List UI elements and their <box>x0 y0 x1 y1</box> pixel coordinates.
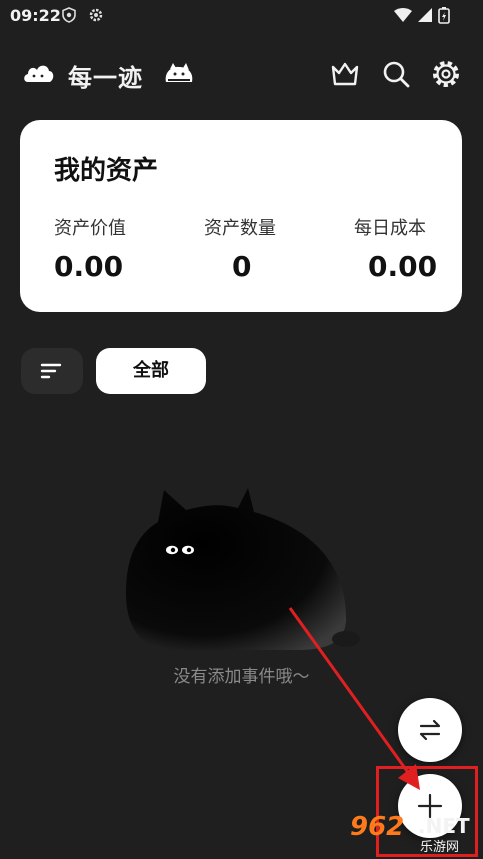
gear-icon[interactable] <box>430 58 462 90</box>
sort-button[interactable] <box>21 348 83 394</box>
shield-icon <box>62 7 76 23</box>
cloud-cat-icon <box>24 65 54 82</box>
app-title: 每一迹 <box>68 64 143 92</box>
search-icon[interactable] <box>380 58 412 90</box>
signal-icon <box>418 8 432 22</box>
crown-icon[interactable] <box>329 58 361 90</box>
wifi-icon <box>394 8 412 22</box>
site-watermark: 962 .NET 乐游网 <box>346 808 478 856</box>
asset-count-label: 资产数量 <box>204 218 276 239</box>
daily-cost-label: 每日成本 <box>354 218 426 239</box>
asset-value: 0.00 <box>54 250 124 283</box>
sort-icon <box>40 363 62 379</box>
watermark-domain: .NET <box>418 814 470 838</box>
status-bar: 09:22 <box>0 0 483 32</box>
asset-summary-card: 我的资产 资产价值 资产数量 每日成本 0.00 0 0.00 <box>20 120 462 312</box>
daily-cost: 0.00 <box>368 250 438 283</box>
card-title: 我的资产 <box>54 156 159 186</box>
asset-value-label: 资产价值 <box>54 218 126 239</box>
watermark-site-name: 乐游网 <box>420 840 460 855</box>
watermark-number: 962 <box>350 812 405 842</box>
cat-sticker-icon <box>165 63 193 82</box>
app-bar: 每一迹 <box>0 48 483 100</box>
status-time: 09:22 <box>10 6 61 25</box>
asset-count: 0 <box>232 250 252 283</box>
settings-status-icon <box>89 8 103 22</box>
filter-chip-all[interactable]: 全部 <box>96 348 206 394</box>
battery-icon <box>438 7 450 24</box>
